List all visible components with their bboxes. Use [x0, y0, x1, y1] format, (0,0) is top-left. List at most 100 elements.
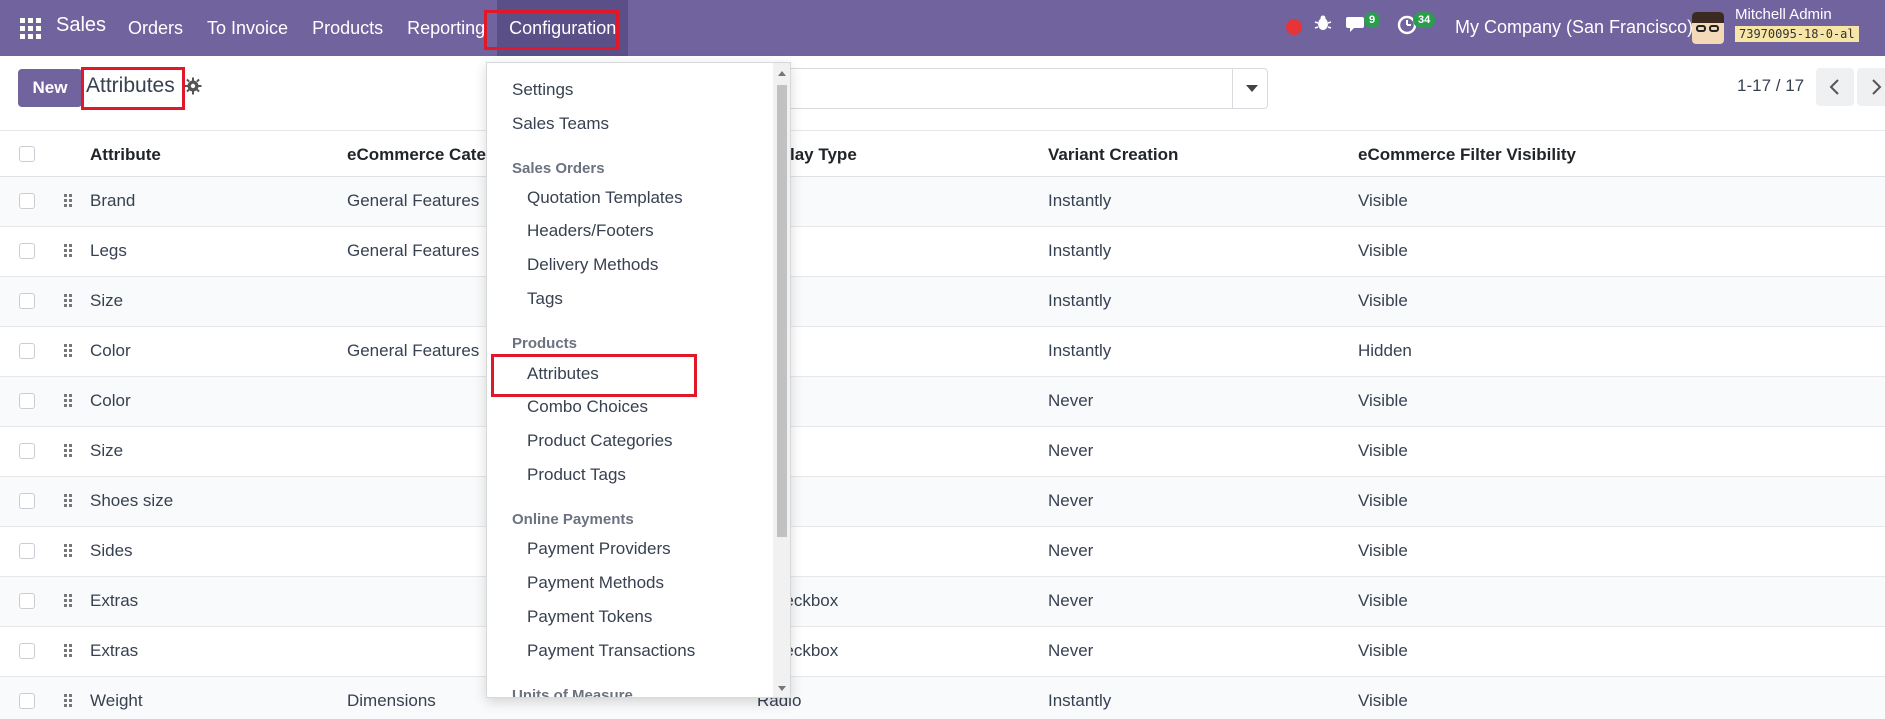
- caret-down-icon: [1246, 85, 1258, 92]
- menu-item-attributes[interactable]: Attributes: [527, 364, 599, 384]
- drag-handle-icon[interactable]: [64, 194, 74, 208]
- row-checkbox[interactable]: [19, 293, 35, 309]
- column-display-type[interactable]: lay Type: [790, 145, 857, 165]
- row-checkbox[interactable]: [19, 343, 35, 359]
- drag-handle-icon[interactable]: [64, 694, 74, 708]
- apps-grid-icon[interactable]: [20, 18, 41, 39]
- company-switcher[interactable]: My Company (San Francisco): [1455, 17, 1693, 38]
- menu-products[interactable]: Products: [300, 0, 395, 56]
- row-checkbox[interactable]: [19, 443, 35, 459]
- menu-item-combo-choices[interactable]: Combo Choices: [527, 397, 648, 417]
- bug-icon[interactable]: [1314, 14, 1332, 38]
- table-row[interactable]: Extras i-checkbox Never Visible: [0, 627, 1885, 677]
- section-online-payments: Online Payments: [512, 511, 634, 528]
- search-options-toggle[interactable]: [1232, 68, 1268, 109]
- menu-item-quotation-templates[interactable]: Quotation Templates: [527, 188, 683, 208]
- scroll-up-icon[interactable]: [778, 71, 786, 76]
- gear-icon[interactable]: [184, 77, 202, 101]
- cell-attribute: Extras: [90, 641, 139, 660]
- menu-item-payment-methods[interactable]: Payment Methods: [527, 573, 664, 593]
- menu-reporting[interactable]: Reporting: [395, 0, 497, 56]
- drag-handle-icon[interactable]: [64, 244, 74, 258]
- column-attribute[interactable]: Attribute: [90, 145, 161, 165]
- drag-handle-icon[interactable]: [64, 294, 74, 308]
- table-header: Attribute eCommerce Categ lay Type Varia…: [0, 130, 1885, 177]
- cell-attribute: Legs: [90, 241, 127, 260]
- select-all-checkbox[interactable]: [19, 146, 35, 162]
- cell-attribute: Shoes size: [90, 491, 174, 510]
- cell-variant-creation: Instantly: [1048, 691, 1112, 710]
- drag-handle-icon[interactable]: [64, 644, 74, 658]
- drag-handle-icon[interactable]: [64, 494, 74, 508]
- menu-orders[interactable]: Orders: [116, 0, 195, 56]
- menu-configuration[interactable]: Configuration: [497, 0, 629, 56]
- new-button[interactable]: New: [18, 69, 82, 107]
- column-ecommerce-category[interactable]: eCommerce Categ: [347, 145, 496, 165]
- drag-handle-icon[interactable]: [64, 344, 74, 358]
- section-units-of-measure: Units of Measure: [512, 687, 633, 698]
- column-filter-visibility[interactable]: eCommerce Filter Visibility: [1358, 145, 1576, 165]
- menu-item-product-categories[interactable]: Product Categories: [527, 431, 673, 451]
- row-checkbox[interactable]: [19, 393, 35, 409]
- cell-variant-creation: Never: [1048, 491, 1094, 510]
- record-icon[interactable]: [1286, 19, 1302, 35]
- row-checkbox[interactable]: [19, 493, 35, 509]
- pager-next-button[interactable]: [1857, 68, 1885, 106]
- table-row[interactable]: Extras i-checkbox Never Visible: [0, 577, 1885, 627]
- pager-previous-button[interactable]: [1816, 68, 1854, 106]
- table-row[interactable]: Weight Dimensions Radio Instantly Visible: [0, 677, 1885, 719]
- cell-variant-creation: Never: [1048, 441, 1094, 460]
- dropdown-scrollbar[interactable]: [773, 63, 790, 697]
- column-variant-creation[interactable]: Variant Creation: [1048, 145, 1178, 165]
- row-checkbox[interactable]: [19, 693, 35, 709]
- menu-item-payment-tokens[interactable]: Payment Tokens: [527, 607, 652, 627]
- row-checkbox[interactable]: [19, 193, 35, 209]
- drag-handle-icon[interactable]: [64, 394, 74, 408]
- main-menu: Orders To Invoice Products Reporting Con…: [116, 0, 629, 56]
- menu-item-delivery-methods[interactable]: Delivery Methods: [527, 255, 658, 275]
- menu-item-sales-teams[interactable]: Sales Teams: [512, 114, 609, 134]
- menu-to-invoice[interactable]: To Invoice: [195, 0, 300, 56]
- scroll-thumb[interactable]: [777, 85, 787, 537]
- cell-filter-visibility: Visible: [1358, 441, 1408, 460]
- table-row[interactable]: BrandGeneral FeaturesoInstantlyVisible: [0, 177, 1885, 227]
- table-row[interactable]: Size Never Visible: [0, 427, 1885, 477]
- cell-ecommerce-category: General Features: [347, 241, 480, 260]
- table-row[interactable]: LegsGeneral FeaturesoInstantlyVisible: [0, 227, 1885, 277]
- table-row[interactable]: ColorGeneral FeaturesrInstantlyHidden: [0, 327, 1885, 377]
- table-row[interactable]: Shoes size Never Visible: [0, 477, 1885, 527]
- cell-variant-creation: Instantly: [1048, 291, 1112, 310]
- cell-variant-creation: Never: [1048, 541, 1094, 560]
- menu-item-settings[interactable]: Settings: [512, 80, 573, 100]
- activity-count-badge: 34: [1413, 12, 1436, 28]
- menu-item-product-tags[interactable]: Product Tags: [527, 465, 626, 485]
- row-checkbox[interactable]: [19, 543, 35, 559]
- row-checkbox[interactable]: [19, 243, 35, 259]
- row-checkbox[interactable]: [19, 643, 35, 659]
- cell-attribute: Brand: [90, 191, 136, 210]
- cell-attribute: Sides: [90, 541, 133, 560]
- search-input[interactable]: [760, 68, 1268, 109]
- cell-filter-visibility: Visible: [1358, 241, 1408, 260]
- table-row[interactable]: ColorrNeverVisible: [0, 377, 1885, 427]
- row-checkbox[interactable]: [19, 593, 35, 609]
- menu-item-tags[interactable]: Tags: [527, 289, 563, 309]
- menu-item-payment-providers[interactable]: Payment Providers: [527, 539, 671, 559]
- table-row[interactable]: SizeoInstantlyVisible: [0, 277, 1885, 327]
- user-name[interactable]: Mitchell Admin: [1735, 6, 1832, 23]
- cell-ecommerce-category: General Features: [347, 341, 480, 360]
- scroll-down-icon[interactable]: [778, 686, 786, 691]
- pager-value[interactable]: 1-17 / 17: [1737, 76, 1804, 96]
- cell-variant-creation: Never: [1048, 391, 1094, 410]
- drag-handle-icon[interactable]: [64, 594, 74, 608]
- cell-attribute: Extras: [90, 591, 139, 610]
- avatar[interactable]: [1692, 12, 1724, 44]
- cell-variant-creation: Instantly: [1048, 341, 1112, 360]
- drag-handle-icon[interactable]: [64, 544, 74, 558]
- cell-ecommerce-category: Dimensions: [347, 691, 436, 710]
- menu-item-headers-footers[interactable]: Headers/Footers: [527, 221, 654, 241]
- menu-item-payment-transactions[interactable]: Payment Transactions: [527, 641, 695, 661]
- drag-handle-icon[interactable]: [64, 444, 74, 458]
- table-row[interactable]: Sides Never Visible: [0, 527, 1885, 577]
- app-name[interactable]: Sales: [56, 14, 106, 37]
